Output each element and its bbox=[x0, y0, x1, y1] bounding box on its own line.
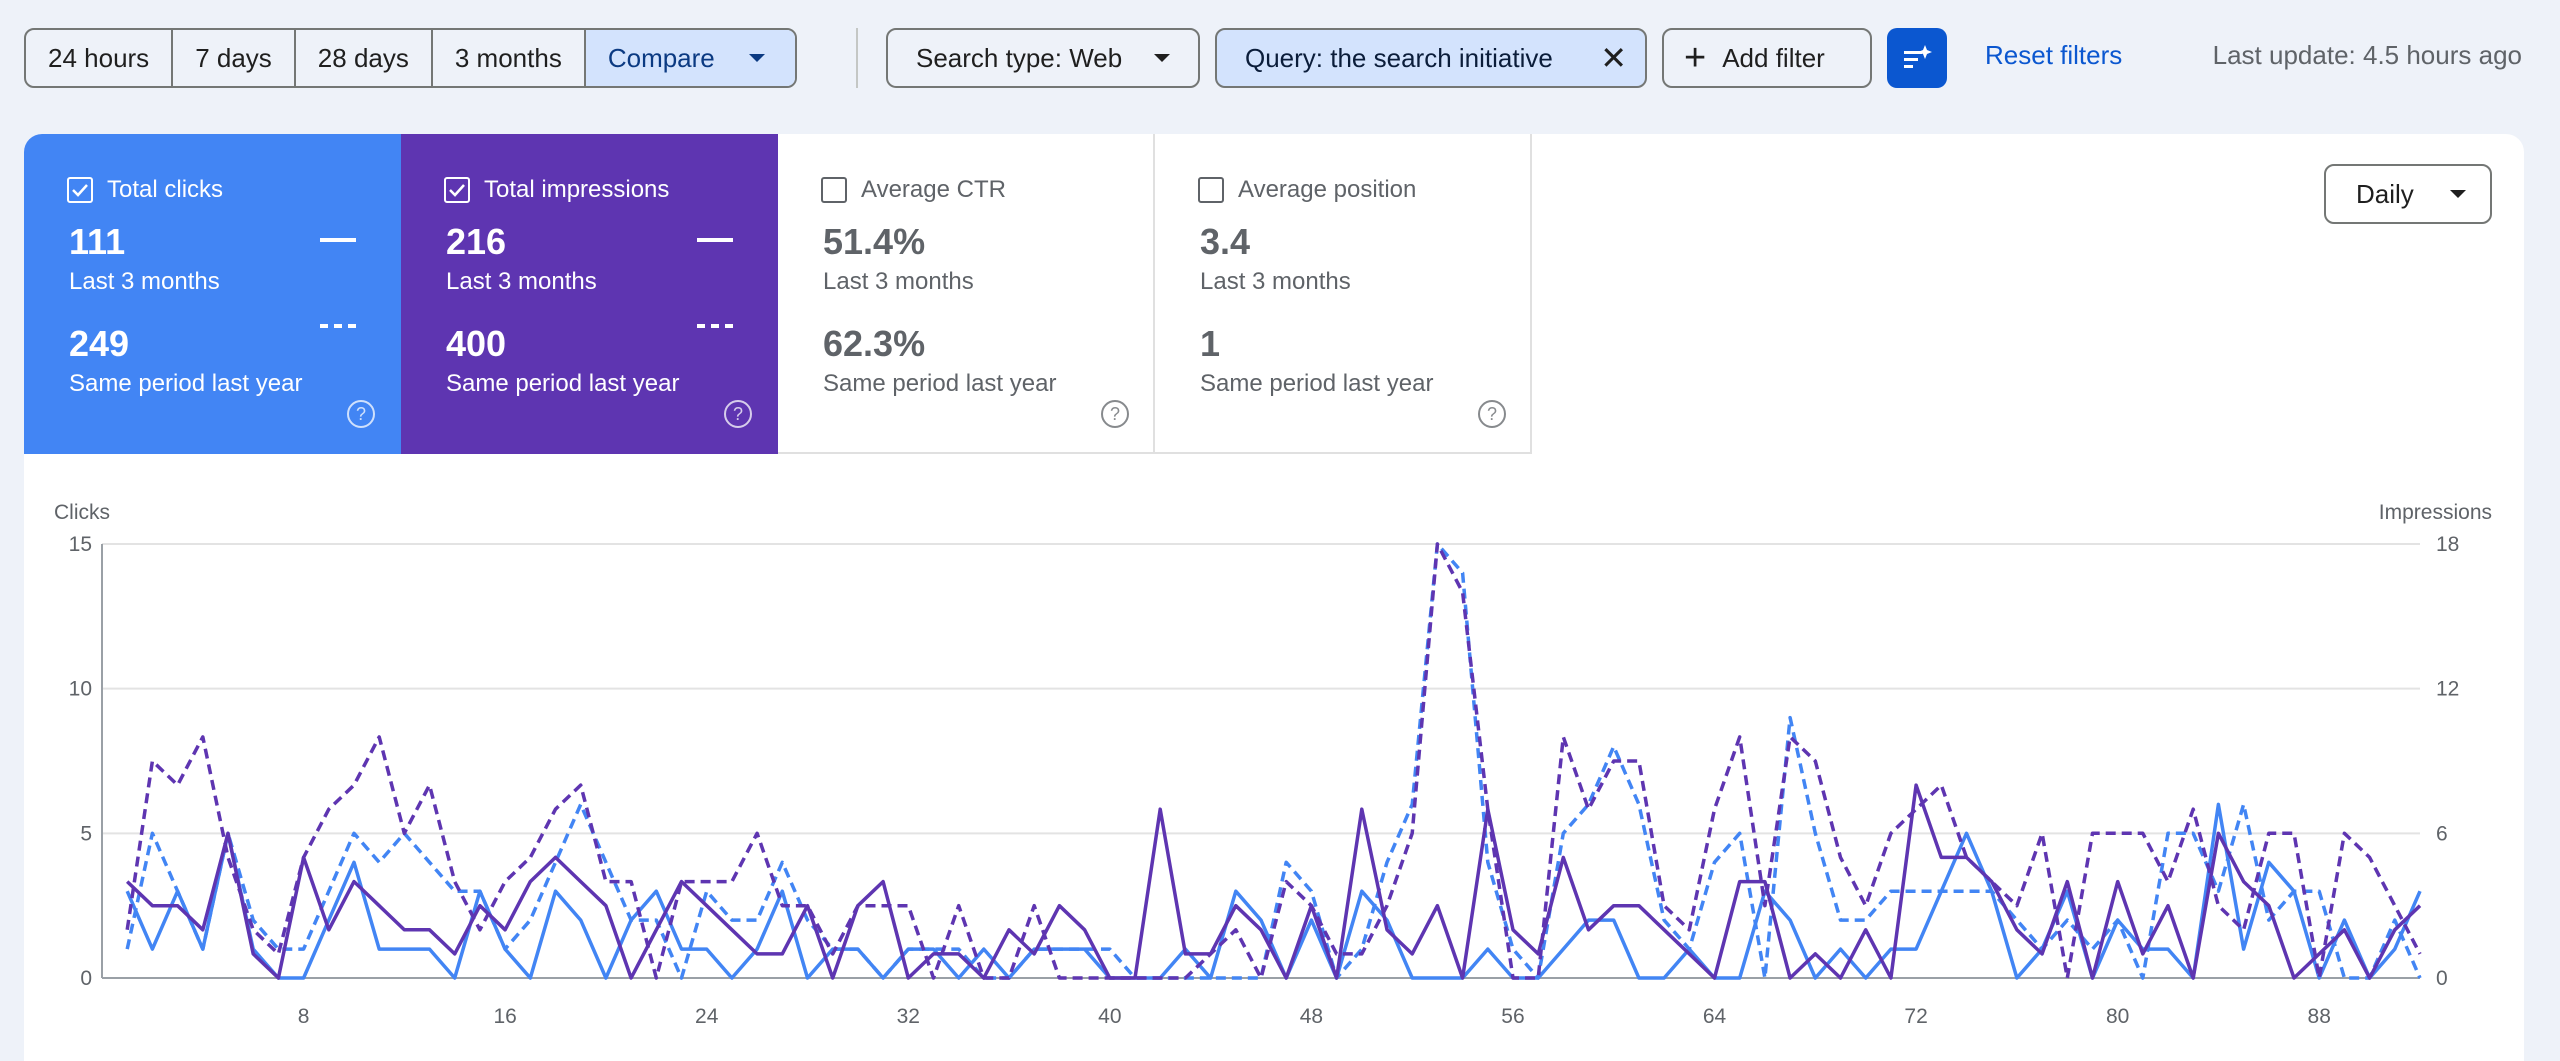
right-y-tick-label: 0 bbox=[2436, 967, 2448, 990]
query-filter-chip[interactable]: Query: the search initiative ✕ bbox=[1215, 28, 1647, 88]
toolbar: 24 hours 7 days 28 days 3 months Compare… bbox=[0, 0, 2560, 116]
plus-icon: + bbox=[1684, 37, 1707, 79]
x-tick-label: 32 bbox=[897, 1005, 920, 1028]
x-tick-label: 80 bbox=[2106, 1005, 2129, 1028]
left-y-tick-label: 0 bbox=[80, 967, 92, 990]
last-update-text: Last update: 4.5 hours ago bbox=[2212, 40, 2522, 70]
date-range-group: 24 hours 7 days 28 days 3 months Compare bbox=[24, 28, 797, 88]
x-tick-label: 40 bbox=[1098, 1005, 1121, 1028]
performance-card: Total clicks 111 Last 3 months 249 Same … bbox=[24, 134, 2524, 1061]
query-filter-label: Query: the search initiative bbox=[1245, 42, 1553, 73]
x-tick-label: 24 bbox=[695, 1005, 719, 1028]
right-y-tick-label: 6 bbox=[2436, 822, 2448, 845]
x-tick-label: 48 bbox=[1300, 1005, 1323, 1028]
compare-label: Compare bbox=[607, 42, 715, 73]
left-y-tick-label: 10 bbox=[69, 678, 92, 701]
search-type-label: Search type: Web bbox=[916, 42, 1123, 73]
add-filter-label: Add filter bbox=[1722, 42, 1825, 73]
ai-filter-button[interactable] bbox=[1887, 28, 1947, 88]
search-type-filter[interactable]: Search type: Web bbox=[886, 28, 1200, 88]
range-24-hours[interactable]: 24 hours bbox=[26, 30, 174, 86]
right-axis-label: Impressions bbox=[2379, 501, 2492, 524]
sparkle-filter-icon bbox=[1904, 45, 1932, 68]
x-tick-label: 56 bbox=[1501, 1005, 1524, 1028]
x-tick-label: 64 bbox=[1703, 1005, 1727, 1028]
chevron-down-icon bbox=[1154, 54, 1170, 62]
performance-chart: Clicks Impressions 0 5 10 15 0 6 12 18 8 16 24 32 40… bbox=[54, 501, 2492, 1028]
right-y-tick-label: 12 bbox=[2436, 678, 2459, 701]
add-filter-button[interactable]: + Add filter bbox=[1662, 28, 1872, 88]
left-axis-label: Clicks bbox=[54, 501, 110, 524]
close-icon[interactable]: ✕ bbox=[1600, 42, 1627, 74]
right-y-tick-label: 18 bbox=[2436, 533, 2459, 556]
chevron-down-icon bbox=[748, 54, 765, 62]
left-y-tick-label: 5 bbox=[80, 822, 92, 845]
x-tick-label: 88 bbox=[2308, 1005, 2331, 1028]
compare-dropdown[interactable]: Compare bbox=[585, 30, 795, 86]
range-28-days[interactable]: 28 days bbox=[296, 30, 433, 86]
reset-filters-link[interactable]: Reset filters bbox=[1985, 40, 2122, 71]
x-tick-label: 16 bbox=[493, 1005, 516, 1028]
x-tick-label: 72 bbox=[1904, 1005, 1927, 1028]
x-tick-label: 8 bbox=[298, 1005, 310, 1028]
range-7-days[interactable]: 7 days bbox=[173, 30, 296, 86]
range-3-months[interactable]: 3 months bbox=[433, 30, 586, 86]
toolbar-divider bbox=[856, 28, 858, 88]
left-y-tick-label: 15 bbox=[69, 533, 92, 556]
